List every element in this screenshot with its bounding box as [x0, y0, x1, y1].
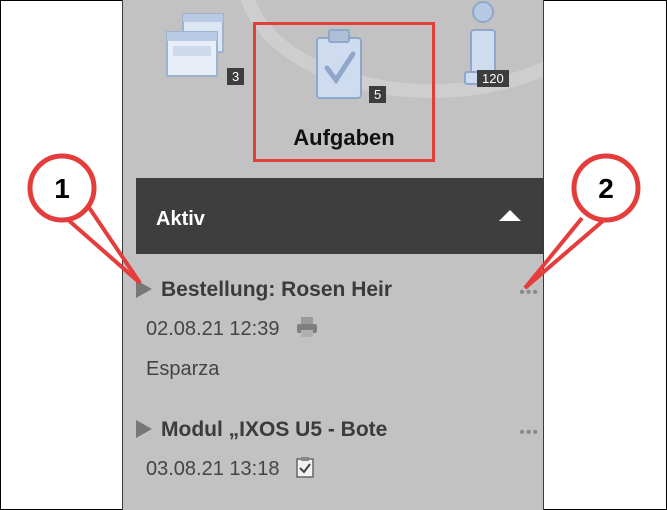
- callout-2-pointer: [523, 218, 606, 290]
- callout-2-pointer: [523, 216, 584, 290]
- callout-overlay: 1 2: [27, 153, 641, 290]
- callout-1-number: 1: [54, 173, 70, 204]
- callout-2-number: 2: [598, 173, 614, 204]
